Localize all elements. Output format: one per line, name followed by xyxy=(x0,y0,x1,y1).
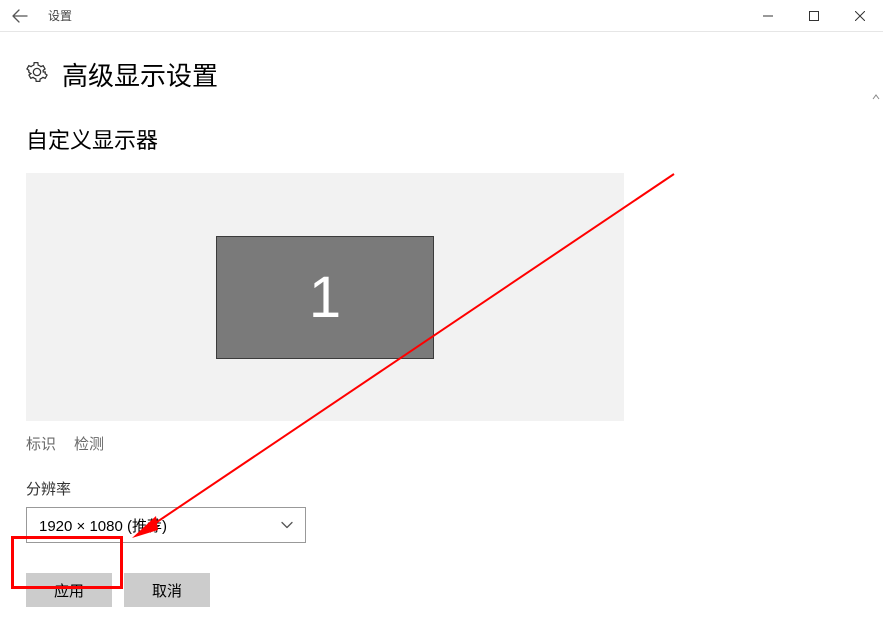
detect-link[interactable]: 检测 xyxy=(74,433,104,454)
titlebar: 设置 xyxy=(0,0,883,32)
close-icon xyxy=(855,11,865,21)
resolution-selected-value: 1920 × 1080 (推荐) xyxy=(39,515,167,536)
minimize-icon xyxy=(763,11,773,21)
apply-button[interactable]: 应用 xyxy=(26,573,112,607)
identify-link[interactable]: 标识 xyxy=(26,433,56,454)
resolution-label: 分辨率 xyxy=(26,478,857,499)
maximize-button[interactable] xyxy=(791,0,837,32)
back-arrow-icon xyxy=(12,8,28,24)
cancel-button[interactable]: 取消 xyxy=(124,573,210,607)
monitor-number: 1 xyxy=(309,264,341,331)
page-title: 高级显示设置 xyxy=(62,56,218,93)
scrollbar-up-button[interactable] xyxy=(869,90,883,104)
maximize-icon xyxy=(809,11,819,21)
button-row: 应用 取消 xyxy=(26,573,857,607)
page-header: 高级显示设置 xyxy=(26,56,857,93)
display-preview-area: 1 xyxy=(26,173,624,421)
app-title: 设置 xyxy=(48,7,72,24)
monitor-tile-1[interactable]: 1 xyxy=(216,236,434,359)
preview-links: 标识 检测 xyxy=(26,433,857,454)
gear-icon xyxy=(26,61,48,88)
resolution-dropdown[interactable]: 1920 × 1080 (推荐) xyxy=(26,507,306,543)
section-custom-display: 自定义显示器 xyxy=(26,123,857,155)
page-content: 高级显示设置 自定义显示器 1 标识 检测 分辨率 1920 × 1080 (推… xyxy=(0,32,883,628)
minimize-button[interactable] xyxy=(745,0,791,32)
window-controls xyxy=(745,0,883,32)
chevron-down-icon xyxy=(281,519,293,531)
close-button[interactable] xyxy=(837,0,883,32)
back-button[interactable] xyxy=(0,0,40,32)
